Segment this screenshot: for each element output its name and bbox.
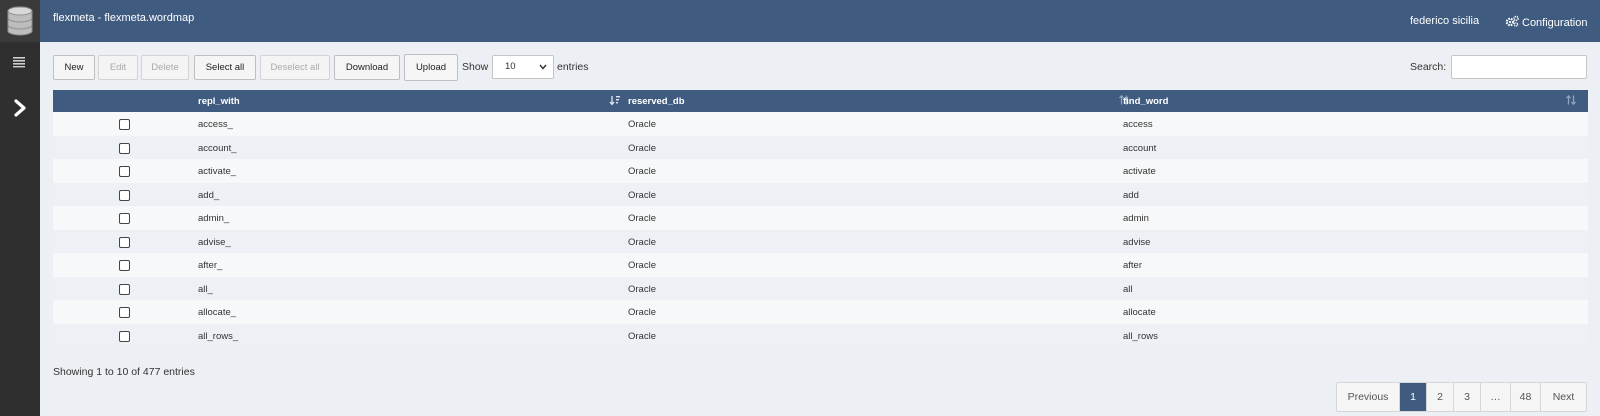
cell-reserved-db: Oracle bbox=[628, 142, 656, 154]
configuration-link[interactable]: Configuration bbox=[1505, 15, 1587, 30]
download-button[interactable]: Download bbox=[334, 55, 400, 80]
row-checkbox[interactable] bbox=[119, 260, 130, 271]
configuration-label: Configuration bbox=[1522, 16, 1588, 29]
row-checkbox[interactable] bbox=[119, 307, 130, 318]
entries-select-value: 10 bbox=[505, 61, 516, 72]
cell-repl-with: activate_ bbox=[198, 166, 237, 177]
pagination: Previous 1 2 3 … 48 Next bbox=[1336, 382, 1587, 412]
cell-find-word: activate bbox=[1123, 166, 1156, 177]
gears-icon bbox=[1505, 15, 1519, 30]
chevron-down-icon bbox=[539, 64, 547, 70]
database-icon bbox=[0, 0, 40, 42]
cell-find-word: account bbox=[1123, 142, 1157, 154]
table-row[interactable]: add_ Oracle add bbox=[53, 182, 1588, 206]
cell-reserved-db: Oracle bbox=[628, 166, 656, 177]
pagination-next[interactable]: Next bbox=[1540, 383, 1586, 411]
search-input[interactable] bbox=[1451, 55, 1587, 79]
select-all-button[interactable]: Select all bbox=[194, 55, 256, 80]
row-checkbox[interactable] bbox=[119, 236, 130, 248]
cell-find-word: add bbox=[1123, 189, 1139, 201]
cell-find-word: admin bbox=[1123, 213, 1149, 224]
row-checkbox[interactable] bbox=[119, 119, 130, 130]
table-header: repl_with reserved_db find_word bbox=[53, 90, 1588, 112]
entries-per-page-select[interactable]: 10 bbox=[492, 55, 554, 79]
column-header-repl-with[interactable]: repl_with bbox=[198, 96, 240, 107]
cell-reserved-db: Oracle bbox=[628, 213, 656, 224]
edit-button[interactable]: Edit bbox=[98, 55, 138, 80]
row-checkbox[interactable] bbox=[119, 283, 130, 295]
delete-button[interactable]: Delete bbox=[141, 55, 189, 80]
pagination-page-2[interactable]: 2 bbox=[1426, 383, 1453, 411]
cell-repl-with: access_ bbox=[198, 119, 233, 130]
cell-repl-with: add_ bbox=[198, 189, 220, 201]
pagination-page-1[interactable]: 1 bbox=[1399, 383, 1426, 411]
cell-repl-with: account_ bbox=[198, 142, 237, 154]
user-name[interactable]: federico sicilia bbox=[1410, 15, 1479, 27]
cell-reserved-db: Oracle bbox=[628, 260, 656, 271]
chevron-right-icon[interactable] bbox=[10, 98, 30, 118]
table-info: Showing 1 to 10 of 477 entries bbox=[53, 366, 195, 378]
cell-repl-with: all_rows_ bbox=[198, 330, 239, 342]
table-row[interactable]: advise_ Oracle advise bbox=[53, 229, 1588, 253]
top-header: flexmeta - flexmeta.wordmap federico sic… bbox=[40, 0, 1600, 42]
table-row[interactable]: access_ Oracle access bbox=[53, 112, 1588, 136]
cell-reserved-db: Oracle bbox=[628, 189, 656, 201]
table-row[interactable]: account_ Oracle account bbox=[53, 135, 1588, 159]
new-button[interactable]: New bbox=[53, 55, 95, 80]
table-row[interactable]: admin_ Oracle admin bbox=[53, 206, 1588, 230]
cell-repl-with: all_ bbox=[198, 283, 213, 295]
list-icon[interactable] bbox=[12, 56, 26, 68]
cell-find-word: after bbox=[1123, 260, 1143, 271]
cell-find-word: all bbox=[1123, 283, 1133, 295]
pagination-page-3[interactable]: 3 bbox=[1453, 383, 1480, 411]
show-label: Show bbox=[462, 61, 489, 73]
row-checkbox[interactable] bbox=[119, 330, 130, 342]
table-row[interactable]: activate_ Oracle activate bbox=[53, 159, 1588, 183]
cell-reserved-db: Oracle bbox=[628, 283, 656, 295]
sort-asc-icon[interactable] bbox=[609, 94, 621, 106]
column-header-find-word[interactable]: find_word bbox=[1123, 96, 1168, 107]
row-checkbox[interactable] bbox=[119, 213, 130, 224]
cell-find-word: allocate bbox=[1123, 307, 1156, 318]
table-row[interactable]: allocate_ Oracle allocate bbox=[53, 300, 1588, 324]
entries-label: entries bbox=[557, 61, 589, 73]
cell-reserved-db: Oracle bbox=[628, 236, 656, 248]
sort-icon[interactable] bbox=[1565, 94, 1577, 106]
pagination-ellipsis: … bbox=[1480, 383, 1510, 411]
cell-repl-with: after_ bbox=[198, 260, 223, 271]
row-checkbox[interactable] bbox=[119, 189, 130, 201]
table-body: access_ Oracle access account_ Oracle ac… bbox=[53, 112, 1588, 347]
cell-reserved-db: Oracle bbox=[628, 330, 656, 342]
cell-repl-with: allocate_ bbox=[198, 307, 237, 318]
upload-button[interactable]: Upload bbox=[404, 54, 458, 81]
cell-reserved-db: Oracle bbox=[628, 119, 656, 130]
sidebar bbox=[0, 0, 40, 416]
table-row[interactable]: all_ Oracle all bbox=[53, 276, 1588, 300]
page-title: flexmeta - flexmeta.wordmap bbox=[53, 12, 195, 24]
cell-find-word: all_rows bbox=[1123, 330, 1158, 342]
row-checkbox[interactable] bbox=[119, 142, 130, 154]
cell-find-word: access bbox=[1123, 119, 1153, 130]
cell-reserved-db: Oracle bbox=[628, 307, 656, 318]
pagination-page-48[interactable]: 48 bbox=[1510, 383, 1540, 411]
table-row[interactable]: all_rows_ Oracle all_rows bbox=[53, 323, 1588, 347]
column-header-reserved-db[interactable]: reserved_db bbox=[628, 96, 685, 107]
table-row[interactable]: after_ Oracle after bbox=[53, 253, 1588, 277]
cell-repl-with: advise_ bbox=[198, 236, 231, 248]
data-table: repl_with reserved_db find_word access_ … bbox=[53, 90, 1588, 347]
deselect-all-button[interactable]: Deselect all bbox=[260, 55, 330, 80]
pagination-previous[interactable]: Previous bbox=[1337, 383, 1399, 411]
search-label: Search: bbox=[1410, 61, 1447, 73]
cell-find-word: advise bbox=[1123, 236, 1151, 248]
cell-repl-with: admin_ bbox=[198, 213, 230, 224]
row-checkbox[interactable] bbox=[119, 166, 130, 177]
